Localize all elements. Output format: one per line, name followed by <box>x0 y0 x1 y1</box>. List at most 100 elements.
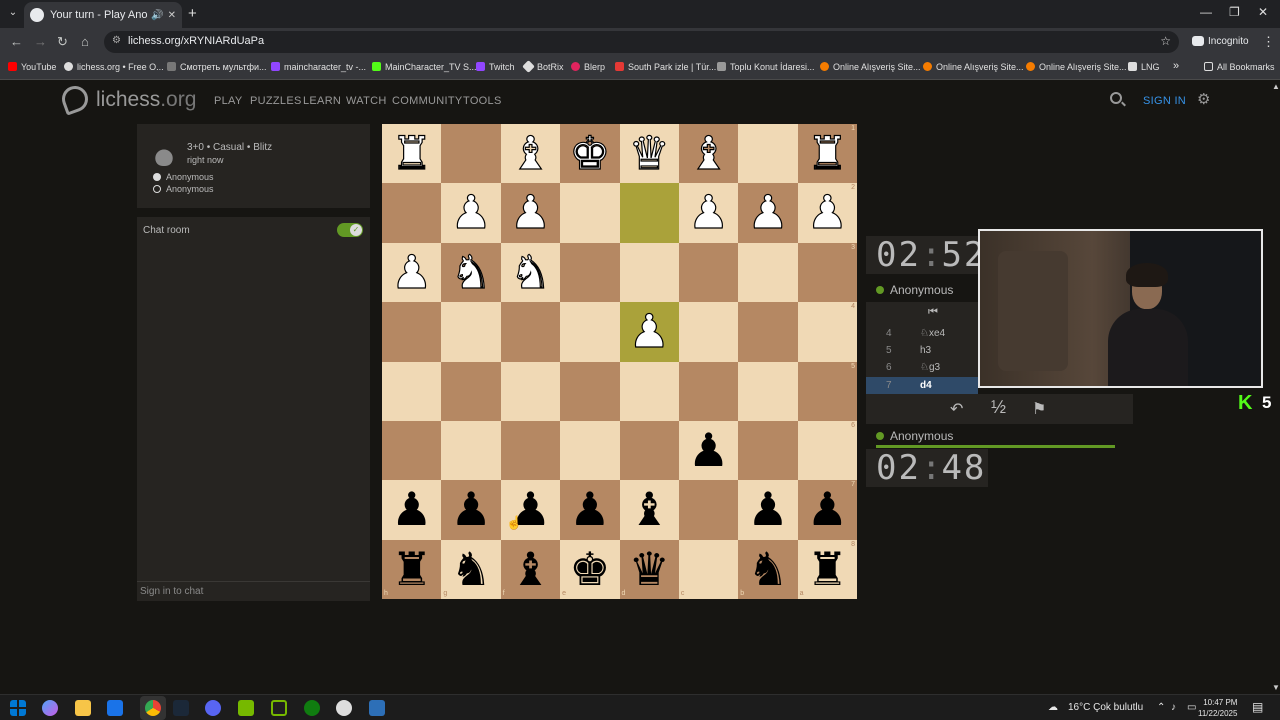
scroll-up-icon[interactable]: ▲ <box>1272 82 1280 91</box>
tray-overflow-icon[interactable]: ⌃ <box>1157 702 1165 713</box>
move-row[interactable]: 4 ♘xe4 <box>866 325 978 342</box>
my-name[interactable]: Anonymous <box>876 429 953 443</box>
board-square[interactable]: ♝ f <box>500 539 561 599</box>
board-square[interactable] <box>738 361 798 421</box>
xbox-icon[interactable] <box>304 700 320 716</box>
board-square[interactable] <box>678 242 739 303</box>
board-square[interactable] <box>500 420 561 481</box>
board-square[interactable] <box>500 302 561 362</box>
board-square[interactable] <box>441 302 501 362</box>
player-black[interactable]: Anonymous <box>153 184 214 194</box>
board-square[interactable] <box>382 420 442 481</box>
board-square[interactable]: ♟ <box>619 302 679 362</box>
board-square[interactable] <box>441 124 501 184</box>
scroll-down-icon[interactable]: ▼ <box>1272 683 1280 692</box>
board-square[interactable]: ♝ <box>678 124 739 184</box>
board-square[interactable]: ♟ <box>738 480 798 540</box>
board-square[interactable] <box>560 420 620 481</box>
chess-board[interactable]: ♜ ♝ ♚ ♛ ♝ ♜ 1 ♟ ♟ ♟ ♟ ♟ 2 ♟ ♞ ♞ 3 ♟ 4 5 ♟ 6 ♟ ♟ ♟ ♟ ♝ ♟ ♟ 7 ♜ h ♞ g ♝ f ♚ e ♛ d… <box>382 124 857 599</box>
board-square[interactable] <box>678 480 739 540</box>
board-square[interactable] <box>619 361 679 421</box>
forward-icon[interactable]: → <box>34 34 47 49</box>
board-square[interactable]: ♜ h <box>382 539 442 599</box>
board-square[interactable] <box>441 420 501 481</box>
board-square[interactable] <box>619 183 679 243</box>
player-white[interactable]: Anonymous <box>153 172 214 182</box>
white-queen-icon[interactable]: ♛ <box>628 125 670 180</box>
board-square[interactable]: ♛ d <box>619 539 679 599</box>
board-square[interactable]: ♞ <box>441 242 501 303</box>
white-pawn-icon[interactable]: ♟ <box>628 304 670 359</box>
board-square[interactable] <box>738 242 798 303</box>
nvidia-icon[interactable] <box>238 700 254 716</box>
board-square[interactable]: ♟ <box>500 183 561 243</box>
offer-draw-button[interactable]: ½ <box>991 397 1006 418</box>
board-square[interactable] <box>382 361 442 421</box>
board-square[interactable]: 5 <box>797 361 857 421</box>
board-square[interactable] <box>678 361 739 421</box>
bookmark-twitch[interactable]: Twitch <box>476 62 515 72</box>
bookmark-cartoons[interactable]: Смотреть мультфи... <box>167 62 267 72</box>
board-square[interactable] <box>619 242 679 303</box>
speaker-icon[interactable]: 🔊 <box>151 10 163 21</box>
board-square[interactable]: ♞ <box>500 242 561 303</box>
speaker-tray-icon[interactable]: ♪ <box>1171 702 1176 713</box>
board-square[interactable]: ♟ <box>382 242 442 303</box>
board-square[interactable] <box>738 302 798 362</box>
bookmark-botrix[interactable]: BotRix <box>522 60 564 73</box>
bookmark-toki[interactable]: Toplu Konut İdaresi... <box>717 62 815 72</box>
bookmark-maincharacter-kick[interactable]: MainCharacter_TV S... <box>372 62 477 72</box>
board-square[interactable] <box>500 361 561 421</box>
black-pawn-icon[interactable]: ♟ <box>450 482 491 536</box>
nav-puzzles[interactable]: PUZZLES <box>250 95 302 107</box>
white-rook-icon[interactable]: ♜ <box>390 125 432 180</box>
board-square[interactable] <box>738 124 798 184</box>
bookmark-lichess[interactable]: lichess.org • Free O... <box>64 62 164 72</box>
white-pawn-icon[interactable]: ♟ <box>747 185 789 240</box>
url-field[interactable]: ⚙ lichess.org/xRYNIARdUaPa ☆ <box>104 31 1179 53</box>
weather-widget[interactable]: 16°C Çok bulutlu <box>1068 702 1143 713</box>
board-square[interactable]: ♞ b <box>738 539 798 599</box>
bookmark-southpark[interactable]: South Park izle | Tür... <box>615 62 716 72</box>
bookmark-youtube[interactable]: YouTube <box>8 62 56 72</box>
site-info-icon[interactable]: ⚙ <box>112 35 121 46</box>
browser-menu-icon[interactable]: ⋮ <box>1262 34 1275 50</box>
board-square[interactable]: ♚ <box>560 124 620 184</box>
white-pawn-icon[interactable]: ♟ <box>509 185 551 240</box>
page-scrollbar[interactable]: ▲ ▼ <box>1270 80 1280 694</box>
sign-in-link[interactable]: SIGN IN <box>1143 95 1186 107</box>
board-square[interactable]: ♟ 7 <box>797 480 857 540</box>
board-square[interactable]: ♜ 1 <box>797 124 857 184</box>
close-window-icon[interactable]: ✕ <box>1258 5 1268 19</box>
bookmark-shop-3[interactable]: Online Alışveriş Site... <box>1026 62 1127 72</box>
board-square[interactable]: ♟ <box>738 183 798 243</box>
file-explorer-icon[interactable] <box>75 700 91 716</box>
bookmark-star-icon[interactable]: ☆ <box>1160 34 1171 48</box>
all-bookmarks-button[interactable]: All Bookmarks <box>1204 62 1275 72</box>
board-square[interactable]: ♚ e <box>560 539 620 599</box>
white-bishop-icon[interactable]: ♝ <box>509 125 551 180</box>
board-square[interactable]: ♜ <box>382 124 442 184</box>
gear-icon[interactable]: ⚙ <box>1197 90 1210 108</box>
incognito-indicator[interactable]: Incognito <box>1192 36 1249 47</box>
new-tab-button[interactable]: + <box>188 5 197 22</box>
board-square[interactable] <box>560 302 620 362</box>
opponent-name[interactable]: Anonymous <box>876 283 953 297</box>
board-square[interactable] <box>560 361 620 421</box>
black-knight-icon[interactable]: ♞ <box>450 542 491 596</box>
outlook-icon[interactable] <box>107 700 123 716</box>
board-square[interactable]: 3 <box>797 242 857 303</box>
white-knight-icon[interactable]: ♞ <box>509 244 551 299</box>
app-icon[interactable] <box>369 700 385 716</box>
black-king-icon[interactable]: ♚ <box>569 542 610 596</box>
lichess-logo-icon[interactable] <box>58 82 92 116</box>
white-pawn-icon[interactable]: ♟ <box>687 185 729 240</box>
board-square[interactable]: ♛ <box>619 124 679 184</box>
restore-icon[interactable]: ❐ <box>1229 5 1240 19</box>
black-bishop-icon[interactable]: ♝ <box>510 542 551 596</box>
board-square[interactable] <box>382 302 442 362</box>
board-square[interactable] <box>560 183 620 243</box>
nav-tools[interactable]: TOOLS <box>463 95 502 107</box>
steam-icon[interactable] <box>173 700 189 716</box>
board-square[interactable]: ♟ 2 <box>797 183 857 243</box>
